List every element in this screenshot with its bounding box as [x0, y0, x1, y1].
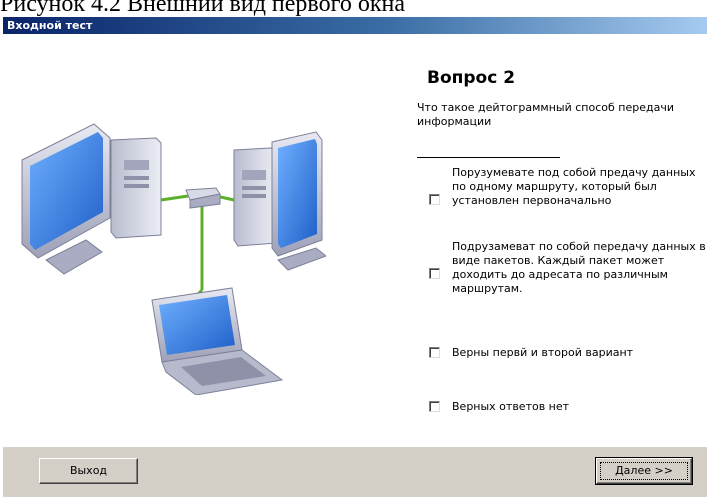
answer-checkbox[interactable] — [429, 194, 440, 205]
answer-label: Верных ответов нет — [452, 400, 570, 413]
answer-checkbox[interactable] — [429, 401, 440, 412]
laptop-icon — [151, 287, 284, 395]
desktop-computer-icon — [233, 131, 326, 271]
answer-checkbox[interactable] — [429, 268, 440, 279]
exit-button[interactable]: Выход — [39, 458, 138, 484]
network-hub-icon — [160, 187, 235, 300]
question-text: Что такое дейтограммный способ передачи … — [417, 101, 674, 128]
next-button-label: Далее >> — [600, 462, 688, 480]
network-illustration — [21, 123, 326, 395]
window-title-bar[interactable]: Входной тест — [3, 17, 707, 34]
answer-label: Подрузамеват по собой передачу данных в … — [452, 240, 706, 295]
desktop-computer-icon — [21, 123, 162, 275]
answer-label: Верны первй и второй вариант — [452, 346, 634, 359]
answer-label: Порузумевате под собой предачу данных по… — [452, 166, 696, 207]
window-title: Входной тест — [7, 19, 93, 32]
next-button[interactable]: Далее >> — [595, 457, 693, 485]
document-caption: Рисунок 4.2 Внешний вид первого окна — [0, 0, 405, 17]
question-title: Вопрос 2 — [427, 68, 516, 88]
answer-checkbox[interactable] — [429, 347, 440, 358]
separator-line — [417, 157, 560, 158]
